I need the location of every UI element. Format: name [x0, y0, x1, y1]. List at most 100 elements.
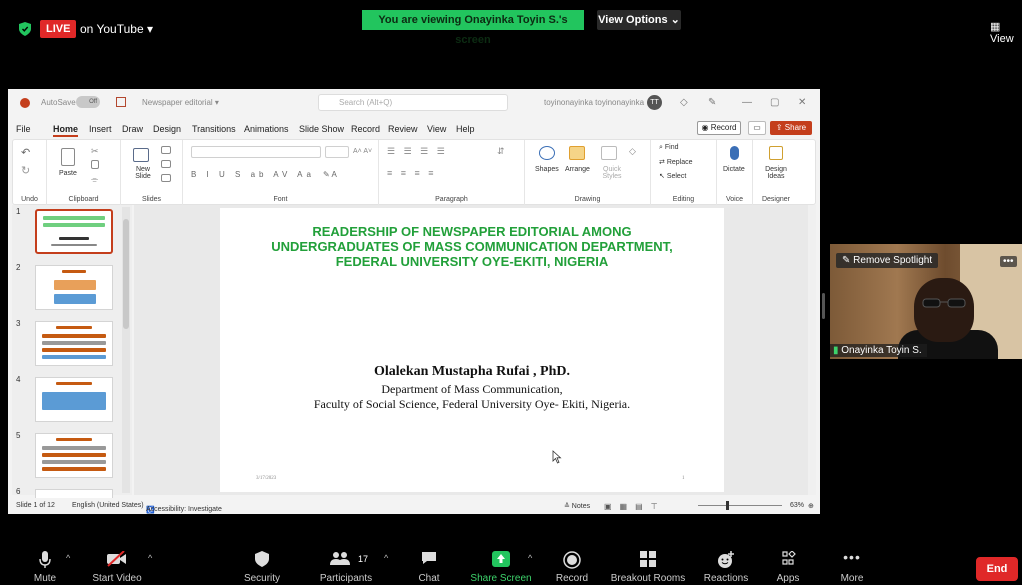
slide-thumbnail-5[interactable]: [35, 433, 113, 478]
font-size-dropdown[interactable]: [325, 146, 349, 158]
paste-label[interactable]: Paste: [59, 170, 77, 177]
slide-department[interactable]: Department of Mass Communication,: [220, 382, 724, 397]
avatar[interactable]: TT: [647, 95, 662, 110]
scrollbar-thumb[interactable]: [123, 219, 129, 329]
cut-icon[interactable]: ✂: [91, 146, 99, 157]
mute-button[interactable]: ^ Mute: [22, 545, 70, 585]
shape-fill-icon[interactable]: ◇: [629, 146, 636, 157]
font-name-dropdown[interactable]: [191, 146, 321, 158]
select-button[interactable]: ↖ Select: [659, 172, 686, 180]
pen-icon[interactable]: ✎: [708, 97, 716, 108]
slide-thumbnail-4[interactable]: [35, 377, 113, 422]
tab-slide-show[interactable]: Slide Show: [299, 124, 344, 134]
zoom-level[interactable]: 63%: [790, 502, 804, 509]
slide-thumbnail-1[interactable]: [35, 209, 113, 254]
autosave-toggle[interactable]: Off: [76, 96, 100, 108]
layout-icon[interactable]: [161, 146, 171, 154]
tab-design[interactable]: Design: [153, 124, 181, 134]
shapes-label[interactable]: Shapes: [535, 166, 559, 173]
shield-icon[interactable]: [19, 22, 31, 36]
apps-button[interactable]: Apps: [770, 545, 806, 585]
panel-resize-handle[interactable]: [822, 293, 825, 319]
undo-icon[interactable]: ↶: [21, 146, 30, 159]
shapes-icon[interactable]: [539, 146, 555, 160]
slide-thumbnail-3[interactable]: [35, 321, 113, 366]
participants-button[interactable]: 17 ^ Participants: [316, 545, 388, 585]
chevron-up-icon[interactable]: ^: [384, 553, 388, 563]
copy-icon[interactable]: [91, 160, 99, 169]
notes-button[interactable]: ≙ Notes: [564, 502, 590, 510]
reactions-button[interactable]: Reactions: [700, 545, 752, 585]
start-video-button[interactable]: ^ Start Video: [86, 545, 152, 585]
text-direction-icon[interactable]: ⇵: [497, 146, 505, 157]
paste-icon[interactable]: [61, 148, 75, 166]
font-format-icons[interactable]: B I U S ab AV Aa: [191, 170, 315, 179]
live-badge[interactable]: LIVE: [40, 20, 77, 38]
font-color-icon[interactable]: ✎ A: [323, 170, 337, 179]
section-icon[interactable]: [161, 174, 171, 182]
grow-font-icon[interactable]: A˄ A˅: [353, 148, 372, 155]
fit-slide-icon[interactable]: ⊕: [808, 502, 814, 510]
slide-thumbnail-2[interactable]: [35, 265, 113, 310]
tab-draw[interactable]: Draw: [122, 124, 143, 134]
tab-transitions[interactable]: Transitions: [192, 124, 236, 134]
chat-button[interactable]: Chat: [412, 545, 446, 585]
end-meeting-button[interactable]: End: [976, 557, 1018, 581]
slide-scrollbar[interactable]: [808, 205, 816, 495]
align-icons[interactable]: ≡ ≡ ≡ ≡: [387, 168, 437, 178]
live-on-youtube-dropdown[interactable]: on YouTube ▾: [80, 20, 153, 38]
microphone-icon[interactable]: [730, 146, 739, 160]
zoom-slider-thumb[interactable]: [726, 501, 729, 510]
tab-help[interactable]: Help: [456, 124, 475, 134]
format-painter-icon[interactable]: ⌯: [91, 174, 98, 185]
redo-icon[interactable]: ↻: [21, 164, 30, 177]
more-options-icon[interactable]: •••: [1000, 256, 1017, 267]
tab-record[interactable]: Record: [351, 124, 380, 134]
design-ideas-icon[interactable]: [769, 146, 783, 160]
diamond-icon[interactable]: ◇: [680, 97, 688, 108]
tab-view[interactable]: View: [427, 124, 446, 134]
save-icon[interactable]: [116, 97, 126, 107]
more-button[interactable]: ••• More: [834, 545, 870, 585]
arrange-label[interactable]: Arrange: [565, 166, 590, 173]
close-icon[interactable]: ✕: [798, 97, 806, 108]
shared-screen-powerpoint[interactable]: AutoSave Off Newspaper editorial ▾ Searc…: [8, 89, 820, 514]
view-mode-icons[interactable]: ▣▦▤⊤: [604, 502, 666, 511]
share-button[interactable]: ⇪ Share: [770, 121, 812, 135]
chevron-up-icon[interactable]: ^: [528, 553, 532, 563]
quick-styles-icon[interactable]: [601, 146, 617, 160]
new-slide-icon[interactable]: [133, 148, 149, 162]
replace-button[interactable]: ⇄ Replace: [659, 158, 693, 166]
dictate-label[interactable]: Dictate: [723, 166, 745, 173]
tab-animations[interactable]: Animations: [244, 124, 289, 134]
design-ideas-label[interactable]: Design Ideas: [761, 166, 791, 180]
security-button[interactable]: Security: [238, 545, 286, 585]
restore-icon[interactable]: ▢: [770, 97, 779, 108]
list-icons[interactable]: ☰ ☰ ☰ ☰: [387, 146, 448, 157]
tab-review[interactable]: Review: [388, 124, 418, 134]
slide-title[interactable]: READERSHIP OF NEWSPAPER EDITORIAL AMONG …: [250, 224, 694, 269]
tab-home[interactable]: Home: [53, 124, 79, 137]
share-screen-button[interactable]: ^ Share Screen: [468, 545, 534, 585]
view-options-button[interactable]: View Options ⌄: [597, 10, 681, 30]
reset-icon[interactable]: [161, 160, 171, 168]
search-input[interactable]: Search (Alt+Q): [318, 94, 508, 111]
record-button[interactable]: ◉ Record: [697, 121, 741, 135]
quick-styles-label[interactable]: Quick Styles: [601, 166, 623, 180]
participant-video[interactable]: ✎ Remove Spotlight ••• ▮ Onayinka Toyin …: [830, 244, 1022, 359]
remove-spotlight-button[interactable]: ✎ Remove Spotlight: [836, 253, 939, 268]
minimize-icon[interactable]: —: [742, 97, 752, 108]
tab-file[interactable]: File: [16, 124, 31, 134]
slide-author[interactable]: Olalekan Mustapha Rufai , PhD.: [220, 364, 724, 380]
document-name[interactable]: Newspaper editorial ▾: [142, 98, 219, 107]
thumbnail-scrollbar[interactable]: [122, 207, 130, 493]
breakout-rooms-button[interactable]: Breakout Rooms: [608, 545, 688, 585]
chevron-up-icon[interactable]: ^: [148, 553, 152, 563]
view-button[interactable]: ▦ View: [990, 20, 1022, 45]
comment-icon[interactable]: ▭: [748, 121, 766, 135]
slide-faculty[interactable]: Faculty of Social Science, Federal Unive…: [220, 397, 724, 412]
current-slide[interactable]: READERSHIP OF NEWSPAPER EDITORIAL AMONG …: [220, 208, 724, 492]
zoom-slider[interactable]: [698, 505, 782, 506]
find-button[interactable]: ⌕ Find: [659, 144, 679, 152]
new-slide-label[interactable]: New Slide: [131, 166, 155, 180]
